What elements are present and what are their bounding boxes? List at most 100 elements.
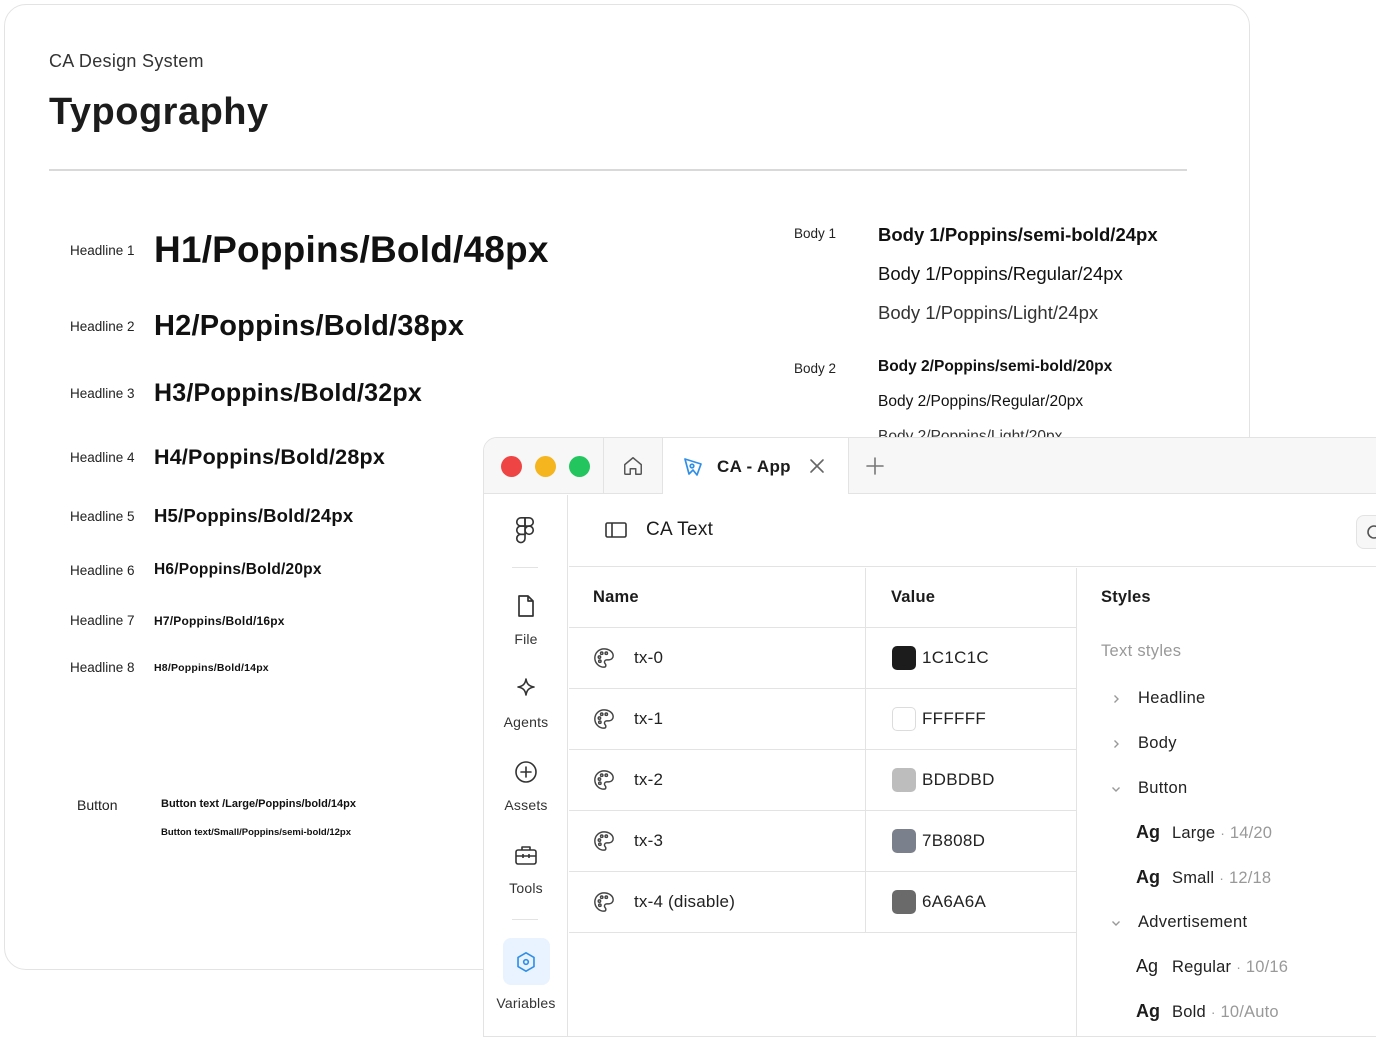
color-swatch[interactable] [892,646,916,670]
style-group-button[interactable]: Button [1109,779,1188,798]
minimize-window-button[interactable] [535,456,556,477]
style-name: Large [1172,824,1216,842]
table-row[interactable]: tx-3 7B808D [569,811,1076,872]
style-name: Regular [1172,958,1232,976]
style-item-button-large[interactable]: Ag Large · 14/20 [1136,822,1272,843]
table-row[interactable]: tx-0 1C1C1C [569,628,1076,689]
styles-panel: Styles Text styles Headline Body Button … [1077,568,1376,1036]
search-icon [1367,525,1376,539]
body2-sample-regular: Body 2/Poppins/Regular/20px [878,393,1084,410]
style-group-label: Headline [1138,689,1206,707]
variable-value: 7B808D [922,831,986,850]
headline-label: Headline 2 [70,319,135,334]
headline-label: Headline 8 [70,660,135,675]
chevron-down-icon [1109,782,1123,796]
style-group-label: Button [1138,779,1188,797]
headline-sample: H8/Poppins/Bold/14px [154,661,269,674]
palette-icon [593,891,615,918]
variable-value: 1C1C1C [922,648,989,667]
chevron-right-icon [1109,737,1123,751]
button-sample-small: Button text/Small/Poppins/semi-bold/12px [161,827,352,838]
color-swatch[interactable] [892,829,916,853]
variable-value: 6A6A6A [922,892,987,911]
style-group-headline[interactable]: Headline [1109,689,1206,708]
variable-value: BDBDBD [922,770,995,789]
plus-circle-icon [513,759,539,785]
close-window-button[interactable] [501,456,522,477]
search-button[interactable] [1356,515,1376,549]
close-tab-icon[interactable] [807,456,827,481]
color-swatch[interactable] [892,890,916,914]
palette-icon [593,647,615,674]
sidebar-item-label: Agents [503,714,549,730]
table-header: Name Value [569,568,1076,628]
styles-subtitle: Text styles [1101,642,1182,660]
variable-name: tx-3 [634,831,664,850]
style-group-label: Advertisement [1138,913,1248,931]
sidebar-item-agents[interactable]: Agents [484,676,568,730]
headline-row: Headline 3 H3/Poppins/Bold/32px [70,379,422,408]
sidebar-item-variables[interactable]: Variables [484,938,568,1011]
variable-name: tx-1 [634,709,664,728]
table-row[interactable]: tx-1 FFFFFF [569,689,1076,750]
variable-name: tx-0 [634,648,664,667]
color-swatch[interactable] [892,707,916,731]
style-preview: Ag [1136,822,1160,842]
tab-ca-app[interactable]: CA - App [663,438,848,495]
style-group-advertisement[interactable]: Advertisement [1109,913,1247,932]
plus-icon [866,457,884,475]
sidebar-item-label: File [514,631,538,647]
headline-label: Headline 1 [70,242,135,258]
table-row[interactable]: tx-4 (disable) 6A6A6A [569,872,1076,933]
style-item-button-small[interactable]: Ag Small · 12/18 [1136,867,1271,888]
headline-row: Headline 2 H2/Poppins/Bold/38px [70,310,464,343]
divider [49,169,1187,171]
separator-dot: · [1219,870,1224,886]
body1-sample-light: Body 1/Poppins/Light/24px [878,302,1099,323]
headline-row: Headline 1 H1/Poppins/Bold/48px [70,229,549,271]
column-header-value: Value [891,588,936,606]
active-indicator [502,938,550,985]
headline-row: Headline 5 H5/Poppins/Bold/24px [70,505,353,527]
style-name: Small [1172,869,1215,887]
palette-icon [593,708,615,735]
sidebar-divider [512,567,538,568]
headline-row: Headline 6 H6/Poppins/Bold/20px [70,561,322,579]
new-tab-button[interactable] [864,455,886,482]
variables-table: Name Value tx-0 1C1C1C tx-1 FFFFFF tx-2 … [569,568,1076,933]
body1-label: Body 1 [794,226,837,241]
app-window: CA - App File Agents Assets Tools Variab… [483,437,1376,1037]
style-preview: Ag [1136,1001,1160,1021]
headline-sample: H2/Poppins/Bold/38px [154,310,465,342]
separator-dot: · [1220,825,1225,841]
column-header-name: Name [593,588,639,606]
sidebar-divider [512,919,538,920]
table-row[interactable]: tx-2 BDBDBD [569,750,1076,811]
home-icon [624,457,642,475]
headline-row: Headline 4 H4/Poppins/Bold/28px [70,445,385,470]
headline-sample: H3/Poppins/Bold/32px [154,379,422,407]
home-button[interactable] [604,438,662,494]
sidebar-item-assets[interactable]: Assets [484,759,568,813]
toggle-panel-icon[interactable] [604,520,628,545]
palette-icon [593,769,615,796]
style-group-body[interactable]: Body [1109,734,1177,753]
headline-sample: H7/Poppins/Bold/16px [154,613,285,628]
maximize-window-button[interactable] [569,456,590,477]
figma-logo-icon[interactable] [513,517,537,550]
style-item-advertisement-bold[interactable]: Ag Bold · 10/Auto [1136,1001,1279,1022]
column-divider [865,568,866,933]
sidebar-item-label: Tools [509,880,543,896]
style-item-advertisement-regular[interactable]: Ag Regular · 10/16 [1136,956,1288,977]
collection-title: CA Text [646,519,714,540]
variable-name: tx-2 [634,770,664,789]
sidebar-item-tools[interactable]: Tools [484,842,568,896]
headline-label: Headline 7 [70,613,135,628]
sidebar-item-file[interactable]: File [484,593,568,647]
color-swatch[interactable] [892,768,916,792]
body2-label: Body 2 [794,361,837,376]
toolbox-icon [513,842,539,868]
headline-sample: H5/Poppins/Bold/24px [154,505,354,526]
button-sample-large: Button text /Large/Poppins/bold/14px [161,798,356,810]
headline-label: Headline 5 [70,508,135,524]
